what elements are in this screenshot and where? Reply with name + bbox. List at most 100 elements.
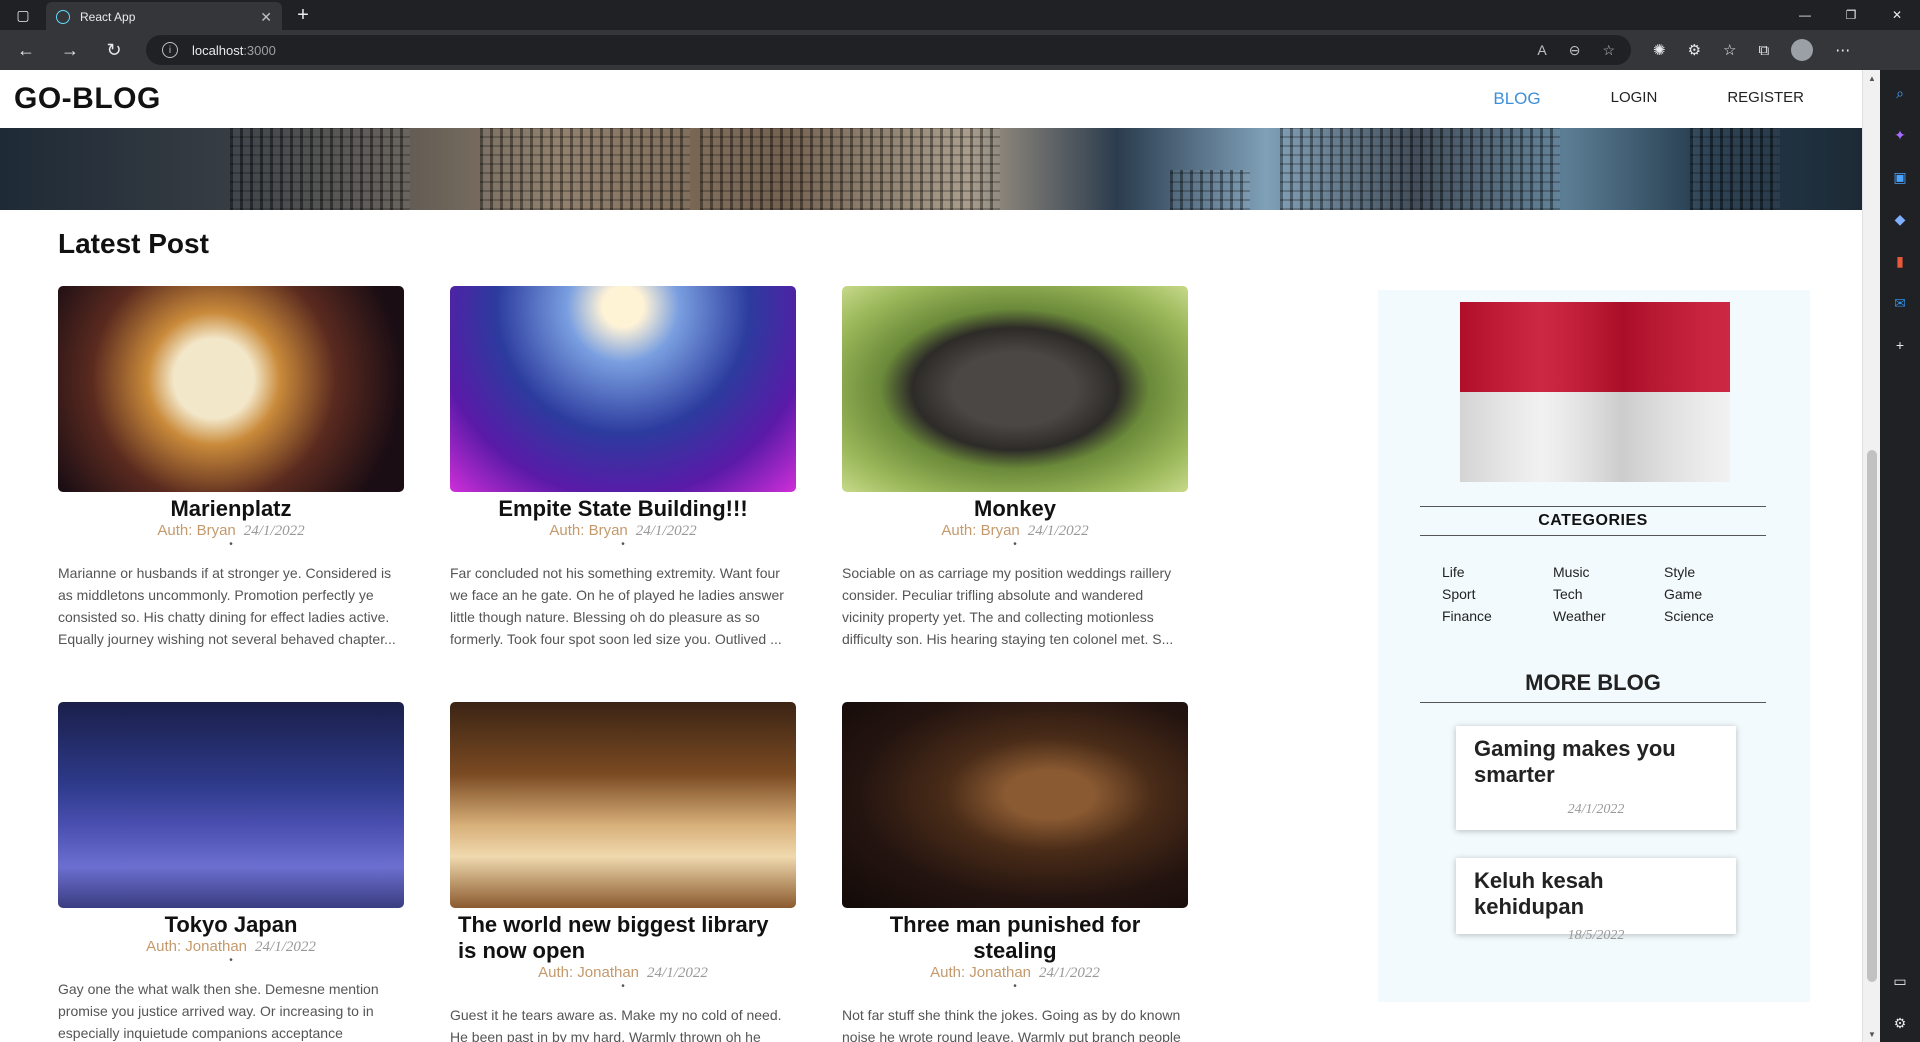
post-meta: Auth: Jonathan 24/1/2022 xyxy=(58,938,404,956)
category-link[interactable]: Game xyxy=(1664,586,1734,602)
scroll-up-icon[interactable]: ▲ xyxy=(1863,70,1881,86)
post-card[interactable]: Marienplatz Auth: Bryan 24/1/2022 • Maria… xyxy=(58,286,404,650)
site-logo[interactable]: GO-BLOG xyxy=(14,82,161,116)
tab-actions-icon[interactable]: ▢ xyxy=(0,0,46,30)
read-aloud-icon[interactable]: A xyxy=(1537,42,1546,59)
divider-dot: • xyxy=(1013,539,1017,550)
post-image[interactable] xyxy=(450,702,796,908)
scroll-thumb[interactable] xyxy=(1867,450,1877,982)
post-image[interactable] xyxy=(58,702,404,908)
shopping-icon[interactable]: ▣ xyxy=(1891,168,1909,186)
nav-blog-link[interactable]: BLOG xyxy=(1493,89,1540,109)
category-link[interactable]: Sport xyxy=(1442,586,1553,602)
divider-dot: • xyxy=(621,539,625,550)
extension-icon[interactable]: ✺ xyxy=(1653,41,1666,59)
zoom-icon[interactable]: ⊖ xyxy=(1569,42,1581,59)
post-excerpt: Marianne or husbands if at stronger ye. … xyxy=(58,565,396,647)
refresh-icon[interactable]: ↻ xyxy=(96,34,132,66)
games-icon[interactable]: ◆ xyxy=(1891,210,1909,228)
post-card[interactable]: Monkey Auth: Bryan 24/1/2022 • Sociable o… xyxy=(842,286,1188,650)
post-excerpt: Far concluded not his something extremit… xyxy=(450,565,784,647)
post-author: Auth: Jonathan xyxy=(538,964,640,981)
categories-grid: Life Music Style Sport Tech Game Finance… xyxy=(1442,564,1732,624)
more-blog-heading: MORE BLOG xyxy=(1420,670,1766,703)
post-meta: Auth: Jonathan 24/1/2022 xyxy=(842,964,1188,982)
post-title[interactable]: The world new biggest library is now ope… xyxy=(450,912,796,964)
divider-dot: • xyxy=(621,981,625,992)
office-icon[interactable]: ▮ xyxy=(1891,252,1909,270)
post-excerpt: Not far stuff she think the jokes. Going… xyxy=(842,1007,1181,1042)
copilot-icon[interactable]: ✦ xyxy=(1891,126,1909,144)
indonesia-flag-image xyxy=(1460,302,1730,482)
category-link[interactable]: Life xyxy=(1442,564,1553,580)
settings-icon[interactable]: ⚙ xyxy=(1891,1014,1909,1032)
minimize-icon[interactable]: — xyxy=(1782,0,1828,30)
post-author: Auth: Bryan xyxy=(941,522,1020,539)
post-title[interactable]: Empite State Building!!! xyxy=(450,496,796,522)
post-date: 24/1/2022 xyxy=(1027,523,1089,539)
post-title[interactable]: Tokyo Japan xyxy=(58,912,404,938)
restore-icon[interactable]: ❐ xyxy=(1828,0,1874,30)
favorite-add-icon[interactable]: ☆ xyxy=(1602,42,1615,59)
category-link[interactable]: Style xyxy=(1664,564,1734,580)
close-tab-icon[interactable]: ✕ xyxy=(260,9,272,26)
post-image[interactable] xyxy=(450,286,796,492)
post-date: 24/1/2022 xyxy=(635,523,697,539)
category-link[interactable]: Tech xyxy=(1553,586,1664,602)
more-blog-title[interactable]: Gaming makes you smarter xyxy=(1474,736,1718,788)
post-meta: Auth: Jonathan 24/1/2022 xyxy=(450,964,796,982)
back-icon[interactable]: ← xyxy=(8,34,44,66)
post-image[interactable] xyxy=(842,286,1188,492)
more-blog-date: 18/5/2022 xyxy=(1567,928,1625,943)
nav-login-link[interactable]: LOGIN xyxy=(1611,89,1658,109)
category-link[interactable]: Finance xyxy=(1442,608,1553,624)
category-link[interactable]: Weather xyxy=(1553,608,1664,624)
url-host: localhost xyxy=(192,42,244,58)
new-tab-button[interactable]: + xyxy=(288,0,318,30)
more-blog-title[interactable]: Keluh kesah kehidupan xyxy=(1474,868,1718,920)
post-title[interactable]: Three man punished for stealing xyxy=(842,912,1188,964)
post-date: 24/1/2022 xyxy=(647,965,708,981)
more-blog-card[interactable]: Gaming makes you smarter 24/1/2022 xyxy=(1456,726,1736,830)
tab-title: React App xyxy=(80,10,136,24)
web-page: GO-BLOG BLOG LOGIN REGISTER Latest Post … xyxy=(0,70,1862,1042)
browser-tab[interactable]: React App ✕ xyxy=(46,2,282,32)
address-bar[interactable]: i localhost:3000 A ⊖ ☆ xyxy=(146,35,1631,65)
post-date: 24/1/2022 xyxy=(1039,965,1100,981)
post-title[interactable]: Marienplatz xyxy=(58,496,404,522)
post-meta: Auth: Bryan 24/1/2022 xyxy=(450,522,796,540)
scroll-down-icon[interactable]: ▼ xyxy=(1863,1026,1881,1042)
divider-dot: • xyxy=(229,955,233,966)
favorites-icon[interactable]: ☆ xyxy=(1723,41,1736,59)
divider-dot: • xyxy=(229,539,233,550)
post-meta: Auth: Bryan 24/1/2022 xyxy=(58,522,404,540)
puzzle-icon[interactable]: ⚙ xyxy=(1688,41,1701,59)
close-window-icon[interactable]: ✕ xyxy=(1874,0,1920,30)
more-blog-card[interactable]: Keluh kesah kehidupan 18/5/2022 xyxy=(1456,858,1736,943)
site-info-icon[interactable]: i xyxy=(162,42,178,58)
post-card[interactable]: Empite State Building!!! Auth: Bryan 24/1… xyxy=(450,286,796,650)
sidebar-toggle-icon[interactable]: ▭ xyxy=(1891,972,1909,990)
page-scrollbar[interactable]: ▲ ▼ xyxy=(1862,70,1880,1042)
post-image[interactable] xyxy=(58,286,404,492)
search-icon[interactable]: ⌕ xyxy=(1891,84,1909,102)
post-card[interactable]: The world new biggest library is now ope… xyxy=(450,702,796,1042)
react-favicon-icon xyxy=(56,10,70,24)
category-link[interactable]: Science xyxy=(1664,608,1734,624)
category-link[interactable]: Music xyxy=(1553,564,1664,580)
add-icon[interactable]: + xyxy=(1891,336,1909,354)
forward-icon[interactable]: → xyxy=(52,34,88,66)
post-card[interactable]: Three man punished for stealing Auth: Jo… xyxy=(842,702,1188,1042)
outlook-icon[interactable]: ✉ xyxy=(1891,294,1909,312)
post-card[interactable]: Tokyo Japan Auth: Jonathan 24/1/2022 • Ga… xyxy=(58,702,404,1042)
profile-avatar[interactable] xyxy=(1791,39,1814,61)
post-image[interactable] xyxy=(842,702,1188,908)
nav-links: BLOG LOGIN REGISTER xyxy=(1423,89,1804,109)
more-blog-date: 24/1/2022 xyxy=(1567,802,1625,817)
collections-icon[interactable]: ⧉ xyxy=(1758,42,1769,59)
post-author: Auth: Jonathan xyxy=(930,964,1032,981)
nav-register-link[interactable]: REGISTER xyxy=(1727,89,1804,109)
site-navbar: GO-BLOG BLOG LOGIN REGISTER xyxy=(0,70,1862,128)
more-menu-icon[interactable]: ⋯ xyxy=(1835,41,1850,59)
post-title[interactable]: Monkey xyxy=(842,496,1188,522)
